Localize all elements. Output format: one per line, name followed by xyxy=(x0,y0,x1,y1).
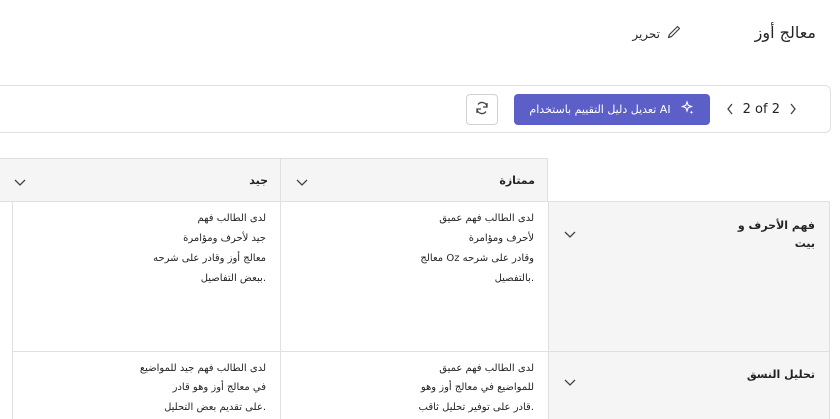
chevron-down-icon[interactable] xyxy=(563,374,577,388)
chevron-left-icon[interactable] xyxy=(723,99,737,119)
refresh-button[interactable] xyxy=(466,94,498,125)
row-header-theme-analysis: تحليل النسق xyxy=(548,351,830,419)
row-label: فهم الأحرف و بيت xyxy=(737,219,815,250)
ai-button-label: تعديل دليل التقييم باستخدام AI xyxy=(529,103,671,116)
pencil-icon xyxy=(666,24,682,43)
column-label: ممتازة xyxy=(499,174,535,187)
page-title: معالج أوز xyxy=(754,23,816,42)
sparkle-icon xyxy=(679,100,695,119)
page-indicator: 2 of 2 xyxy=(742,101,780,117)
ai-edit-rubric-button[interactable]: تعديل دليل التقييم باستخدام AI xyxy=(514,94,710,125)
column-header-excellent: ممتازة xyxy=(280,158,548,202)
cell-line: لدى الطالب فهم عميق xyxy=(439,213,534,224)
cell-line: في معالج أوز وهو قادر xyxy=(172,382,266,393)
refresh-icon xyxy=(473,99,491,121)
cell-line: لدى الطالب فهم xyxy=(197,213,266,224)
rubric-cell[interactable]: لدى الطالب فهم جيد للمواضيع في معالج أوز… xyxy=(12,351,281,419)
pagination: 2 of 2 xyxy=(723,99,800,119)
row-header-characters-plot: فهم الأحرف و بيت xyxy=(548,201,830,352)
cell-line: ببعض التفاصيل. xyxy=(200,273,266,284)
rubric-cell[interactable]: لدى الطالب فهم عميق للمواضيع في معالج أو… xyxy=(280,351,549,419)
cell-line: على تقديم بعض التحليل. xyxy=(164,402,266,413)
chevron-down-icon[interactable] xyxy=(13,174,27,188)
chevron-right-icon[interactable] xyxy=(786,99,800,119)
cell-line: قادر على توفير تحليل ثاقب. xyxy=(418,402,534,413)
cell-line: لأحرف ومؤامرة xyxy=(468,233,534,244)
rubric-cell[interactable]: لدى الطالب فهم عميق لأحرف ومؤامرة معالج … xyxy=(280,201,549,352)
chevron-down-icon[interactable] xyxy=(295,174,309,188)
cell-line: لدى الطالب فهم عميق xyxy=(439,363,534,374)
cell-line: جيد لأحرف ومؤامرة xyxy=(183,233,266,244)
cell-line: معالج أوز وقادر على شرحه xyxy=(153,253,266,264)
cell-line: بالتفصيل. xyxy=(494,273,534,284)
chevron-down-icon[interactable] xyxy=(563,226,577,240)
column-header-good: جيد xyxy=(0,158,281,202)
column-label: جيد xyxy=(249,174,268,187)
row-label: تحليل النسق xyxy=(746,368,815,381)
edit-label: تحرير xyxy=(632,26,660,41)
cell-line: معالج Oz وقادر على شرحه xyxy=(420,253,534,264)
rubric-cell[interactable]: لدى الطالب فهم جيد لأحرف ومؤامرة معالج أ… xyxy=(12,201,281,352)
cell-line: لدى الطالب فهم جيد للمواضيع xyxy=(139,363,266,374)
edit-button[interactable]: تحرير xyxy=(632,24,682,43)
cell-line: للمواضيع في معالج أوز وهو xyxy=(420,382,534,393)
